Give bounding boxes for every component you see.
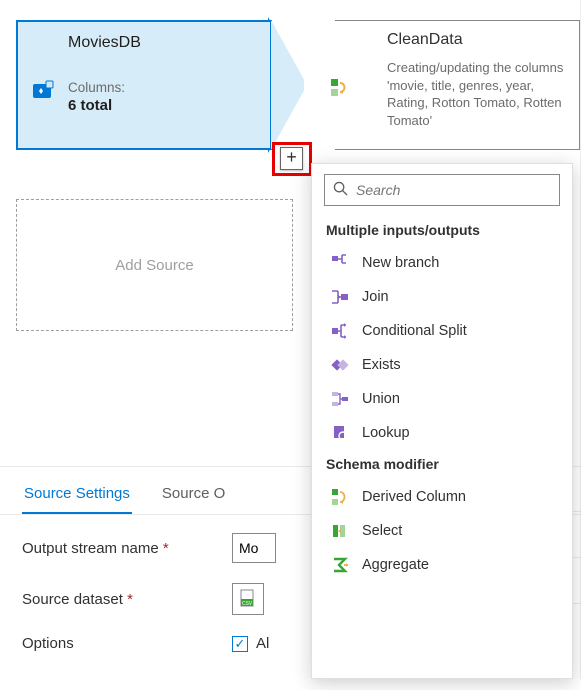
- derived-column-icon: [330, 487, 350, 507]
- node-title: MoviesDB: [68, 34, 258, 52]
- menu-search[interactable]: [324, 174, 560, 206]
- node-title: CleanData: [387, 31, 571, 49]
- add-source-label: Add Source: [115, 257, 193, 274]
- menu-item-new-branch[interactable]: New branch: [312, 246, 572, 280]
- menu-item-label: Exists: [362, 357, 401, 373]
- menu-item-select[interactable]: Select: [312, 514, 572, 548]
- lookup-icon: [330, 423, 350, 443]
- menu-item-label: Conditional Split: [362, 323, 467, 339]
- select-icon: [330, 521, 350, 541]
- transform-menu: Multiple inputs/outputs New branch Join …: [311, 163, 573, 679]
- menu-item-conditional-split[interactable]: Conditional Split: [312, 314, 572, 348]
- source-dataset-label: Source dataset *: [22, 591, 212, 608]
- csv-file-icon: CSV: [239, 589, 257, 609]
- menu-item-union[interactable]: Union: [312, 382, 572, 416]
- node-columns-label: Columns:: [68, 80, 258, 95]
- menu-item-aggregate[interactable]: Aggregate: [312, 548, 572, 582]
- branch-icon: [330, 253, 350, 273]
- output-stream-name-label: Output stream name *: [22, 540, 212, 557]
- checkbox-allow[interactable]: ✓: [232, 636, 248, 652]
- menu-item-join[interactable]: Join: [312, 280, 572, 314]
- join-icon: [330, 287, 350, 307]
- menu-item-label: Select: [362, 523, 402, 539]
- aggregate-icon: [330, 555, 350, 575]
- search-icon: [333, 181, 348, 199]
- source-dataset-icon: [32, 80, 56, 102]
- transform-node-cleandata[interactable]: CleanData Creating/updating the columns …: [335, 20, 580, 150]
- node-arrow-out: [271, 20, 307, 150]
- node-columns-value: 6 total: [68, 97, 258, 114]
- menu-item-label: Join: [362, 289, 389, 305]
- derived-column-icon: [329, 77, 353, 102]
- menu-item-derived-column[interactable]: Derived Column: [312, 480, 572, 514]
- tab-source-settings[interactable]: Source Settings: [22, 477, 132, 514]
- options-label: Options: [22, 635, 212, 652]
- union-icon: [330, 389, 350, 409]
- option-allow-label: Al: [256, 635, 269, 652]
- source-node-moviesdb[interactable]: MoviesDB Columns: 6 total: [16, 20, 272, 150]
- menu-section-schema: Schema modifier: [312, 450, 572, 480]
- search-input[interactable]: [354, 181, 551, 199]
- menu-item-label: Union: [362, 391, 400, 407]
- exists-icon: [330, 355, 350, 375]
- menu-item-label: Aggregate: [362, 557, 429, 573]
- add-transform-button[interactable]: +: [280, 147, 303, 170]
- node-description: Creating/updating the columns 'movie, ti…: [387, 59, 571, 129]
- menu-section-multi: Multiple inputs/outputs: [312, 216, 572, 246]
- menu-item-label: Lookup: [362, 425, 410, 441]
- menu-item-lookup[interactable]: Lookup: [312, 416, 572, 450]
- add-source-button[interactable]: Add Source: [16, 199, 293, 331]
- menu-item-exists[interactable]: Exists: [312, 348, 572, 382]
- svg-text:CSV: CSV: [242, 601, 253, 607]
- output-stream-name-input[interactable]: [232, 533, 276, 563]
- menu-item-label: Derived Column: [362, 489, 466, 505]
- menu-item-label: New branch: [362, 255, 439, 271]
- tab-source-options[interactable]: Source O: [160, 477, 227, 514]
- conditional-split-icon: [330, 321, 350, 341]
- source-dataset-button[interactable]: CSV: [232, 583, 264, 615]
